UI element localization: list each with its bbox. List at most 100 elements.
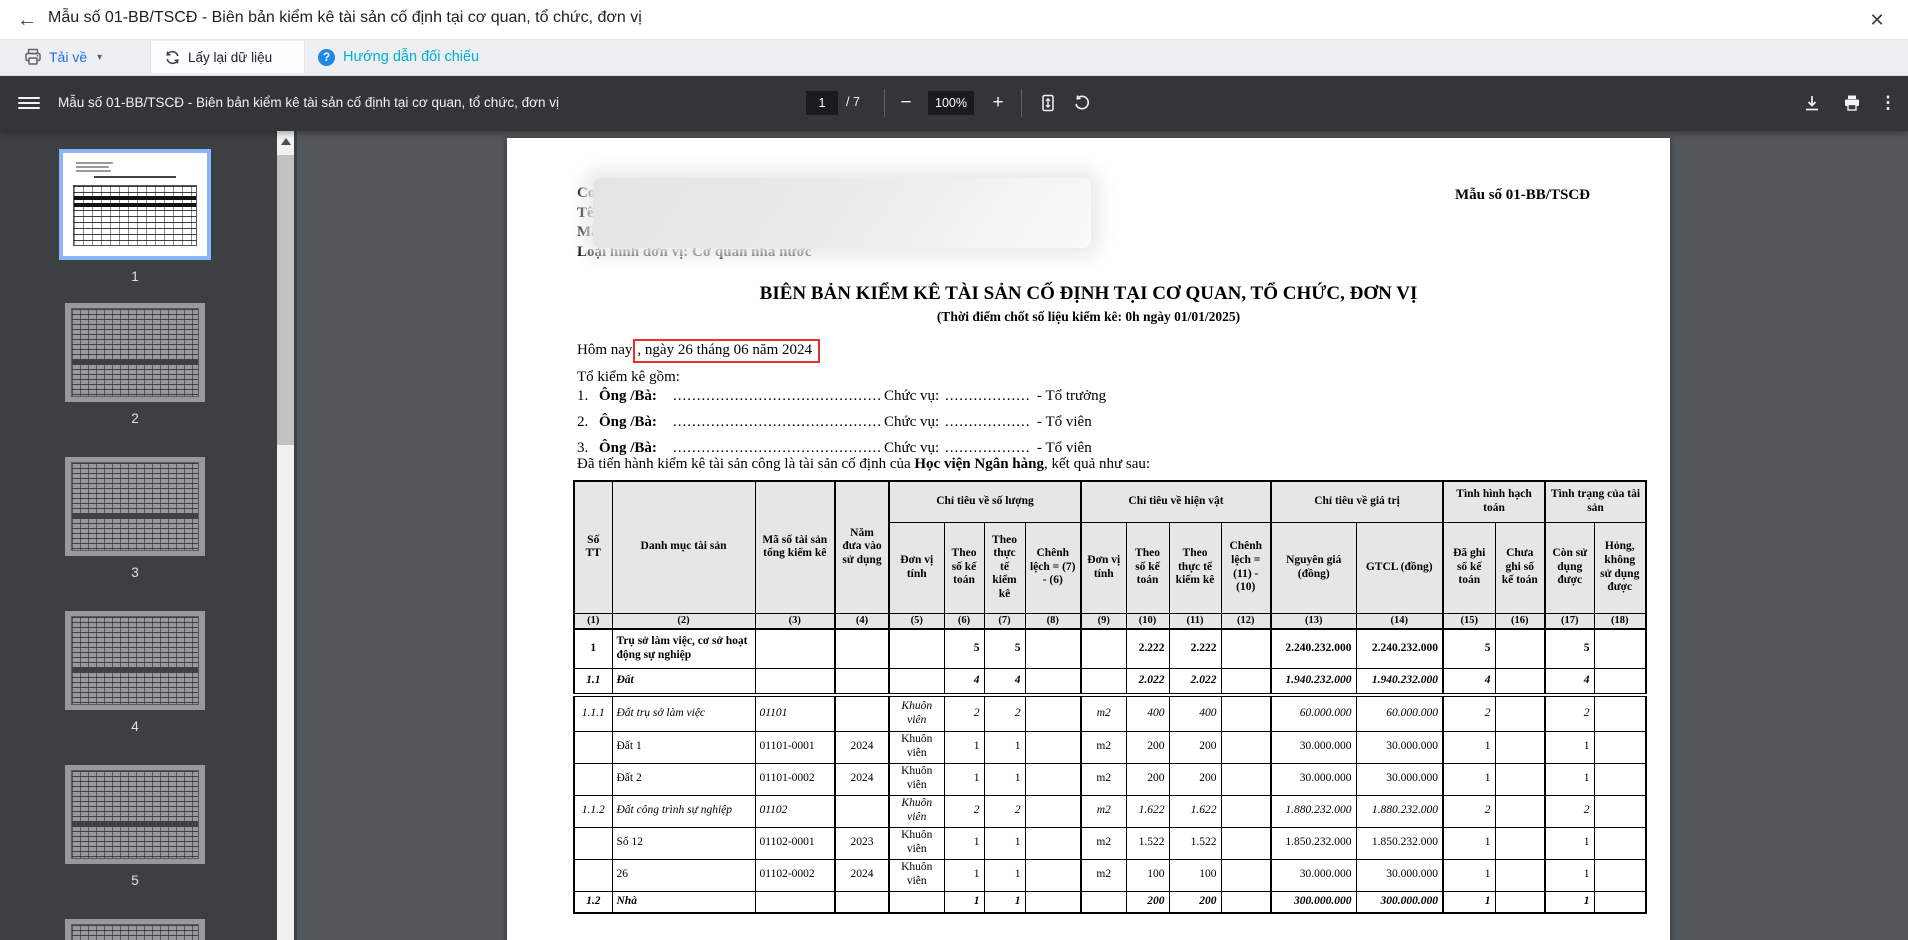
download-icon[interactable] <box>1798 89 1826 117</box>
thumbnail-page-6[interactable] <box>65 919 205 940</box>
table-cell <box>1221 859 1271 891</box>
table-cell: 01102-0001 <box>755 827 835 859</box>
close-icon[interactable]: ✕ <box>1864 7 1890 33</box>
sub-header: Còn sử dụng được <box>1545 522 1594 613</box>
sub-header: Theo số kế toán <box>944 522 984 613</box>
thumbnail-page-label: 4 <box>65 719 205 734</box>
conclusion-prefix: Đã tiến hành kiểm kê tài sản công là tài… <box>577 456 914 472</box>
kebab-menu-icon[interactable]: ⋮ <box>1874 89 1902 117</box>
table-cell: 30.000.000 <box>1356 763 1443 795</box>
pdf-preview-window: ← Mẫu số 01-BB/TSCĐ - Biên bản kiểm kê t… <box>0 0 1908 940</box>
fit-page-icon[interactable] <box>1034 89 1062 117</box>
table-cell <box>1025 668 1081 695</box>
table-cell: 1 <box>944 859 984 891</box>
zoom-out-button[interactable]: − <box>892 89 920 117</box>
table-cell <box>1025 827 1081 859</box>
sub-header: Chưa ghi sổ kế toán <box>1495 522 1545 613</box>
m-dots: ........................................… <box>673 414 883 431</box>
thumbnail-page-5[interactable] <box>65 765 205 864</box>
table-cell: 2 <box>944 795 984 827</box>
page-number-input[interactable]: 1 <box>806 91 838 115</box>
table-cell: 1 <box>944 827 984 859</box>
column-number-header: (14) <box>1356 613 1443 629</box>
table-cell: 1 <box>944 731 984 763</box>
download-button[interactable]: Tải về ▾ <box>24 39 102 75</box>
thumbnail-page-2[interactable] <box>65 303 205 402</box>
table-cell: 1 <box>1443 891 1495 913</box>
scroll-up-arrow-icon[interactable] <box>281 138 291 145</box>
table-cell <box>1495 859 1545 891</box>
sub-header: Đơn vị tính <box>1081 522 1126 613</box>
sub-header: Đơn vị tính <box>889 522 944 613</box>
guide-label: Hướng dẫn đối chiếu <box>343 49 479 65</box>
table-cell: 1.2 <box>574 891 612 913</box>
table-cell: 2 <box>1545 795 1594 827</box>
m-num: 3. <box>577 440 588 457</box>
group-header: Chỉ tiêu về số lượng <box>889 481 1081 522</box>
table-cell: 2.222 <box>1126 629 1169 668</box>
conclusion-unit-name: Học viện Ngân hàng <box>914 456 1044 472</box>
table-cell <box>1025 629 1081 668</box>
rotate-icon[interactable] <box>1068 89 1096 117</box>
table-cell <box>755 891 835 913</box>
menu-icon[interactable] <box>18 94 40 112</box>
redacted-blur-region <box>593 178 1091 248</box>
table-cell: 1.1.2 <box>574 795 612 827</box>
table-cell: 300.000.000 <box>1356 891 1443 913</box>
table-cell: 60.000.000 <box>1271 695 1356 731</box>
printer-icon <box>24 48 42 66</box>
table-cell <box>835 668 889 695</box>
date-annotation-box: , ngày 26 tháng 06 năm 2024 <box>633 339 820 363</box>
table-cell: 200 <box>1169 763 1221 795</box>
thumbnail-page-3[interactable] <box>65 457 205 556</box>
sub-header: Đã ghi sổ kế toán <box>1443 522 1495 613</box>
table-cell: 2.222 <box>1169 629 1221 668</box>
back-arrow-icon[interactable]: ← <box>14 7 40 33</box>
table-cell <box>1594 731 1646 763</box>
chevron-down-icon[interactable]: ▾ <box>97 52 102 63</box>
table-cell <box>1025 763 1081 795</box>
table-cell <box>1495 891 1545 913</box>
group-header: Chỉ tiêu về giá trị <box>1271 481 1443 522</box>
committee-members: 1.Ông /Bà:..............................… <box>577 388 1277 466</box>
col-header: Danh mục tài sản <box>612 481 755 613</box>
table-cell: 4 <box>944 668 984 695</box>
table-cell <box>1495 668 1545 695</box>
col-header: Số TT <box>574 481 612 613</box>
table-cell <box>1221 668 1271 695</box>
guide-link[interactable]: ? Hướng dẫn đối chiếu <box>318 39 479 75</box>
sidebar-scrollbar[interactable] <box>277 131 294 940</box>
zoom-level-input[interactable]: 100% <box>928 91 974 115</box>
column-number-header: (9) <box>1081 613 1126 629</box>
thumbnail-page-4[interactable] <box>65 611 205 710</box>
table-cell: 2 <box>984 795 1025 827</box>
column-number-header: (15) <box>1443 613 1495 629</box>
m-name: Ông /Bà: <box>599 440 657 457</box>
table-cell: 2 <box>984 695 1025 731</box>
table-cell <box>889 891 944 913</box>
table-cell: 30.000.000 <box>1271 731 1356 763</box>
table-cell: Đất 2 <box>612 763 755 795</box>
m-role: - Tổ viên <box>1037 440 1092 457</box>
table-cell: 2.240.232.000 <box>1271 629 1356 668</box>
scrollbar-thumb[interactable] <box>277 155 294 445</box>
table-cell: 400 <box>1169 695 1221 731</box>
thumbnail-page-1[interactable] <box>59 149 211 260</box>
thumbnail-page-label: 2 <box>65 411 205 426</box>
table-cell: 1.850.232.000 <box>1356 827 1443 859</box>
table-cell <box>755 629 835 668</box>
sub-header: Theo số kế toán <box>1126 522 1169 613</box>
reload-data-button[interactable]: Lấy lại dữ liệu <box>164 39 272 75</box>
table-cell: 01101-0002 <box>755 763 835 795</box>
table-cell <box>835 891 889 913</box>
sub-header: Theo thực tế kiểm kê <box>1169 522 1221 613</box>
print-icon[interactable] <box>1838 89 1866 117</box>
zoom-in-button[interactable]: + <box>984 89 1012 117</box>
table-cell <box>1594 827 1646 859</box>
table-cell <box>1594 668 1646 695</box>
date-prefix: Hôm nay <box>577 342 632 358</box>
column-number-header: (17) <box>1545 613 1594 629</box>
table-cell: 01101-0001 <box>755 731 835 763</box>
col-header: Năm đưa vào sử dụng <box>835 481 889 613</box>
m-pdots: .......................... <box>945 414 1031 431</box>
